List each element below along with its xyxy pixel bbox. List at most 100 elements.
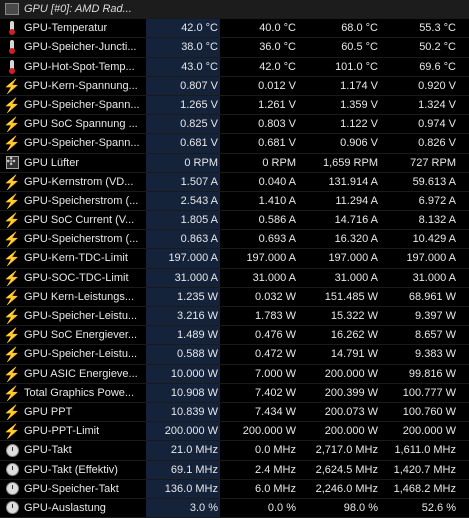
sensor-table: GPU [#0]: AMD Rad... GPU-Temperatur 42.0 … bbox=[0, 0, 469, 518]
sensor-row[interactable]: ⚡ GPU SoC Spannung ... 0.825 V 0.803 V 1.122… bbox=[0, 115, 469, 135]
max-value: 200.073 W bbox=[324, 405, 378, 418]
sensor-row[interactable]: ⚡ GPU-Speicherstrom (... 0.863 A 0.693 A 16.… bbox=[0, 230, 469, 250]
lightning-icon: ⚡ bbox=[3, 192, 21, 209]
sensor-row[interactable]: ⚡ GPU Kern-Leistungs... 1.235 W 0.032 W 151.… bbox=[0, 287, 469, 307]
current-value: 3.0 % bbox=[146, 498, 220, 518]
current-value: 1.265 V bbox=[146, 95, 220, 115]
avg-value: 9.397 W bbox=[415, 310, 456, 322]
current-value: 1.805 A bbox=[146, 211, 220, 230]
clock-icon bbox=[2, 441, 22, 459]
lightning-icon: ⚡ bbox=[3, 308, 21, 324]
sensor-row[interactable]: GPU-Temperatur 42.0 °C 40.0 °C 68.0 °C 55.3 … bbox=[0, 19, 469, 39]
sensor-row[interactable]: GPU-Hot-Spot-Temp... 43.0 °C 42.0 °C 101.0 … bbox=[0, 57, 469, 77]
group-header[interactable]: GPU [#0]: AMD Rad... bbox=[0, 0, 469, 20]
min-value: 42.0 °C bbox=[259, 60, 296, 73]
sensor-row[interactable]: ⚡ GPU SoC Energiever... 1.489 W 0.476 W 16.2… bbox=[0, 326, 469, 346]
lightning-icon: ⚡ bbox=[3, 231, 21, 248]
sensor-row[interactable]: ⚡ GPU SoC Current (V... 1.805 A 0.586 A 14.7… bbox=[0, 211, 469, 231]
current-value: 0.863 A bbox=[146, 230, 220, 249]
sensor-row[interactable]: ⚡ GPU-SOC-TDC-Limit 31.000 A 31.000 A 31.000… bbox=[0, 268, 469, 288]
sensor-row[interactable]: GPU-Auslastung 3.0 % 0.0 % 98.0 % 52.6 % bbox=[0, 498, 469, 518]
sensor-row[interactable]: ⚡ GPU PPT 10.839 W 7.434 W 200.073 W 100.760 … bbox=[0, 402, 469, 423]
min-value: 0.476 W bbox=[255, 329, 296, 342]
thermometer-icon bbox=[2, 19, 22, 37]
sensor-name: GPU-Speicher-Juncti... bbox=[24, 41, 137, 54]
gpu-icon bbox=[2, 0, 22, 18]
current-value: 1.235 W bbox=[146, 287, 220, 306]
avg-value: 8.132 A bbox=[418, 214, 456, 227]
sensor-name: GPU-Speicherstrom (... bbox=[24, 233, 139, 246]
sensor-row[interactable]: GPU-Takt (Effektiv) 69.1 MHz 2.4 MHz 2,624.… bbox=[0, 460, 469, 480]
min-value: 6.0 MHz bbox=[255, 482, 296, 495]
lightning-icon: ⚡ bbox=[3, 365, 21, 382]
min-value: 36.0 °C bbox=[259, 41, 296, 54]
current-value: 197.000 A bbox=[146, 249, 220, 268]
sensor-name: GPU ASIC Energieve... bbox=[24, 367, 138, 380]
sensor-row[interactable]: GPU-Takt 21.0 MHz 0.0 MHz 2,717.0 MHz 1,611.… bbox=[0, 441, 469, 461]
lightning-icon: ⚡ bbox=[3, 173, 21, 190]
sensor-row[interactable]: ⚡ GPU-Speicherstrom (... 2.543 A 1.410 A 11.… bbox=[0, 191, 469, 212]
lightning-icon: ⚡ bbox=[3, 212, 21, 229]
sensor-name: GPU Lüfter bbox=[24, 156, 80, 169]
avg-value: 0.920 V bbox=[418, 79, 456, 92]
min-value: 200.000 W bbox=[242, 425, 296, 438]
min-value: 0.693 A bbox=[258, 233, 296, 246]
max-value: 11.294 A bbox=[335, 194, 378, 207]
sensor-name: GPU-SOC-TDC-Limit bbox=[24, 271, 129, 284]
sensor-row[interactable]: ⚡ GPU-Kernstrom (VD... 1.507 A 0.040 A 131.9… bbox=[0, 172, 469, 192]
min-value: 0.040 A bbox=[258, 175, 296, 188]
sensor-name: GPU-Kern-Spannung... bbox=[24, 79, 138, 92]
sensor-name: GPU-Speicher-Leistu... bbox=[24, 348, 138, 361]
sensor-name: GPU SoC Energiever... bbox=[24, 329, 138, 342]
avg-value: 1,611.0 MHz bbox=[394, 444, 456, 457]
current-value: 31.000 A bbox=[146, 268, 220, 287]
sensor-row[interactable]: GPU-Speicher-Juncti... 38.0 °C 36.0 °C 60.5… bbox=[0, 38, 469, 58]
avg-value: 1.324 V bbox=[418, 98, 456, 111]
avg-value: 197.000 A bbox=[406, 252, 456, 265]
max-value: 151.485 W bbox=[324, 290, 378, 303]
max-value: 0.906 V bbox=[340, 137, 378, 150]
sensor-row[interactable]: GPU Lüfter 0 RPM 0 RPM 1,659 RPM 727 RPM bbox=[0, 153, 469, 173]
sensor-row[interactable]: ⚡ GPU-PPT-Limit 200.000 W 200.000 W 200.000 … bbox=[0, 422, 469, 442]
avg-value: 68.961 W bbox=[408, 290, 456, 303]
current-value: 0 RPM bbox=[146, 153, 220, 172]
lightning-icon: ⚡ bbox=[3, 96, 21, 113]
current-value: 43.0 °C bbox=[146, 57, 220, 76]
lightning-icon: ⚡ bbox=[3, 269, 21, 286]
sensor-row[interactable]: ⚡ GPU-Speicher-Spann... 1.265 V 1.261 V 1.35… bbox=[0, 95, 469, 116]
min-value: 197.000 A bbox=[246, 252, 296, 265]
sensor-row[interactable]: ⚡ GPU-Speicher-Leistu... 0.588 W 0.472 W 14.… bbox=[0, 345, 469, 365]
lightning-icon: ⚡ bbox=[3, 250, 21, 267]
current-value: 136.0 MHz bbox=[146, 479, 220, 498]
max-value: 14.791 W bbox=[330, 348, 378, 361]
sensor-row[interactable]: GPU-Speicher-Takt 136.0 MHz 6.0 MHz 2,246.0… bbox=[0, 479, 469, 499]
avg-value: 0.826 V bbox=[418, 137, 456, 150]
group-title: GPU [#0]: AMD Rad... bbox=[24, 3, 132, 15]
avg-value: 1,420.7 MHz bbox=[393, 463, 456, 476]
sensor-row[interactable]: ⚡ GPU-Kern-TDC-Limit 197.000 A 197.000 A 197… bbox=[0, 249, 469, 269]
lightning-icon: ⚡ bbox=[3, 384, 21, 401]
min-value: 1.783 W bbox=[255, 310, 296, 322]
max-value: 60.5 °C bbox=[341, 41, 378, 54]
max-value: 16.320 A bbox=[334, 233, 378, 246]
min-value: 0.012 V bbox=[258, 79, 296, 92]
sensor-row[interactable]: ⚡ GPU-Speicher-Leistu... 3.216 W 1.783 W 15.… bbox=[0, 307, 469, 327]
min-value: 0.472 W bbox=[255, 348, 296, 361]
avg-value: 59.613 A bbox=[412, 175, 456, 188]
sensor-row[interactable]: ⚡ GPU-Speicher-Spann... 0.681 V 0.681 V 0.90… bbox=[0, 134, 469, 154]
avg-value: 100.777 W bbox=[402, 386, 456, 399]
sensor-row[interactable]: ⚡ Total Graphics Powe... 10.908 W 7.402 W 20… bbox=[0, 383, 469, 403]
lightning-icon: ⚡ bbox=[3, 327, 21, 344]
avg-value: 9.383 W bbox=[415, 348, 456, 361]
max-value: 15.322 W bbox=[330, 310, 378, 322]
sensor-row[interactable]: ⚡ GPU ASIC Energieve... 10.000 W 7.000 W 200… bbox=[0, 364, 469, 384]
avg-value: 52.6 % bbox=[421, 501, 456, 514]
max-value: 16.262 W bbox=[330, 329, 378, 342]
sensor-row[interactable]: ⚡ GPU-Kern-Spannung... 0.807 V 0.012 V 1.174… bbox=[0, 76, 469, 96]
avg-value: 69.6 °C bbox=[419, 60, 456, 73]
clock-icon bbox=[2, 480, 22, 498]
lightning-icon: ⚡ bbox=[3, 423, 21, 440]
sensor-name: GPU-Speicher-Spann... bbox=[24, 98, 140, 111]
sensor-name: GPU-Speicher-Takt bbox=[24, 482, 119, 495]
sensor-name: Total Graphics Powe... bbox=[24, 386, 135, 399]
